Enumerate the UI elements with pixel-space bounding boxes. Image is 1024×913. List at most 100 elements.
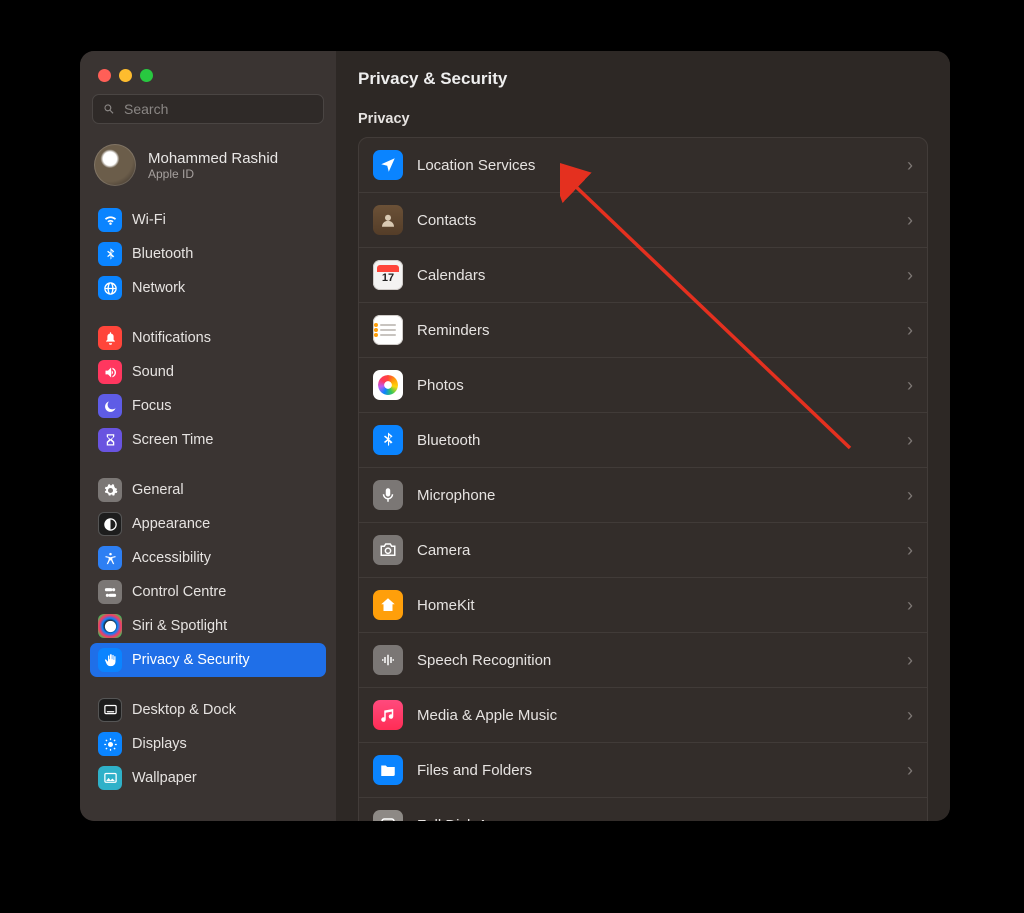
hand-icon: [98, 648, 122, 672]
reminders-icon: [373, 315, 403, 345]
siri-icon: [98, 614, 122, 638]
row-label: Contacts: [417, 212, 893, 229]
sidebar-item-wallpaper[interactable]: Wallpaper: [90, 761, 326, 795]
sidebar-item-notifications[interactable]: Notifications: [90, 321, 326, 355]
sidebar-item-label: Screen Time: [132, 432, 213, 448]
privacy-list: Location Services›Contacts›17Calendars›R…: [358, 137, 928, 821]
sidebar: Mohammed Rashid Apple ID Wi-Fi Bluetooth N…: [80, 51, 336, 821]
sidebar-item-displays[interactable]: Displays: [90, 727, 326, 761]
minimize-window-button[interactable]: [119, 69, 132, 82]
chevron-right-icon: ›: [907, 211, 913, 229]
privacy-row-photos[interactable]: Photos ›: [359, 358, 927, 413]
sidebar-item-control-centre[interactable]: Control Centre: [90, 575, 326, 609]
privacy-row-reminders[interactable]: Reminders ›: [359, 303, 927, 358]
sidebar-item-label: Focus: [132, 398, 172, 414]
row-label: Camera: [417, 542, 893, 559]
sidebar-item-label: Bluetooth: [132, 246, 193, 262]
sidebar-item-bluetooth[interactable]: Bluetooth: [90, 237, 326, 271]
sidebar-item-network[interactable]: Network: [90, 271, 326, 305]
sidebar-item-wi-fi[interactable]: Wi-Fi: [90, 203, 326, 237]
sidebar-item-label: Displays: [132, 736, 187, 752]
chevron-right-icon: ›: [907, 376, 913, 394]
section-title: Privacy: [358, 111, 928, 127]
chevron-right-icon: ›: [907, 596, 913, 614]
accessibility-icon: [98, 546, 122, 570]
privacy-row-homekit[interactable]: HomeKit ›: [359, 578, 927, 633]
row-label: Speech Recognition: [417, 652, 893, 669]
sidebar-item-siri-spotlight[interactable]: Siri & Spotlight: [90, 609, 326, 643]
globe-icon: [98, 276, 122, 300]
chevron-right-icon: ›: [907, 541, 913, 559]
sidebar-item-label: Desktop & Dock: [132, 702, 236, 718]
moon-icon: [98, 394, 122, 418]
row-label: Calendars: [417, 267, 893, 284]
row-label: Full Disk Access: [417, 817, 893, 822]
avatar: [94, 144, 136, 186]
sidebar-item-accessibility[interactable]: Accessibility: [90, 541, 326, 575]
chevron-right-icon: ›: [907, 321, 913, 339]
privacy-row-media-apple-music[interactable]: Media & Apple Music›: [359, 688, 927, 743]
search-icon: [102, 102, 116, 116]
sun-icon: [98, 732, 122, 756]
privacy-row-calendars[interactable]: 17 Calendars ›: [359, 248, 927, 303]
sidebar-item-privacy-security[interactable]: Privacy & Security: [90, 643, 326, 677]
apple-id-profile[interactable]: Mohammed Rashid Apple ID: [80, 134, 336, 200]
speaker-icon: [98, 360, 122, 384]
chevron-right-icon: ›: [907, 651, 913, 669]
privacy-row-full-disk-access[interactable]: Full Disk Access›: [359, 798, 927, 821]
sidebar-item-label: General: [132, 482, 184, 498]
sidebar-item-label: Wi-Fi: [132, 212, 166, 228]
row-label: HomeKit: [417, 597, 893, 614]
disk-icon: [373, 810, 403, 821]
privacy-row-contacts[interactable]: Contacts ›: [359, 193, 927, 248]
waveform-icon: [373, 645, 403, 675]
wallpaper-icon: [98, 766, 122, 790]
sidebar-item-general[interactable]: General: [90, 473, 326, 507]
page-title: Privacy & Security: [358, 69, 928, 89]
privacy-row-bluetooth[interactable]: Bluetooth ›: [359, 413, 927, 468]
bluetooth-icon: [373, 425, 403, 455]
row-label: Files and Folders: [417, 762, 893, 779]
row-label: Microphone: [417, 487, 893, 504]
sidebar-item-label: Accessibility: [132, 550, 211, 566]
privacy-row-speech-recognition[interactable]: Speech Recognition ›: [359, 633, 927, 688]
photos-icon: [373, 370, 403, 400]
sidebar-item-screen-time[interactable]: Screen Time: [90, 423, 326, 457]
privacy-row-location-services[interactable]: Location Services ›: [359, 138, 927, 193]
search-field[interactable]: [92, 94, 324, 124]
row-label: Photos: [417, 377, 893, 394]
chevron-right-icon: ›: [907, 266, 913, 284]
row-label: Bluetooth: [417, 432, 893, 449]
main-pane: Privacy & Security Privacy Location Serv…: [336, 51, 950, 821]
close-window-button[interactable]: [98, 69, 111, 82]
home-icon: [373, 590, 403, 620]
hourglass-icon: [98, 428, 122, 452]
dock-icon: [98, 698, 122, 722]
sidebar-item-label: Sound: [132, 364, 174, 380]
sidebar-item-focus[interactable]: Focus: [90, 389, 326, 423]
privacy-row-camera[interactable]: Camera ›: [359, 523, 927, 578]
privacy-row-microphone[interactable]: Microphone ›: [359, 468, 927, 523]
sidebar-item-appearance[interactable]: Appearance: [90, 507, 326, 541]
row-label: Reminders: [417, 322, 893, 339]
location-icon: [373, 150, 403, 180]
fullscreen-window-button[interactable]: [140, 69, 153, 82]
chevron-right-icon: ›: [907, 706, 913, 724]
profile-subtitle: Apple ID: [148, 167, 278, 181]
bluetooth-icon: [98, 242, 122, 266]
sidebar-item-sound[interactable]: Sound: [90, 355, 326, 389]
privacy-row-files-and-folders[interactable]: Files and Folders ›: [359, 743, 927, 798]
settings-window: Mohammed Rashid Apple ID Wi-Fi Bluetooth N…: [80, 51, 950, 821]
switches-icon: [98, 580, 122, 604]
sidebar-item-label: Notifications: [132, 330, 211, 346]
calendar-icon: 17: [373, 260, 403, 290]
search-input[interactable]: [124, 101, 314, 117]
music-icon: [373, 700, 403, 730]
folder-icon: [373, 755, 403, 785]
chevron-right-icon: ›: [907, 486, 913, 504]
chevron-right-icon: ›: [907, 156, 913, 174]
chevron-right-icon: ›: [907, 431, 913, 449]
chevron-right-icon: ›: [907, 761, 913, 779]
sidebar-item-desktop-dock[interactable]: Desktop & Dock: [90, 693, 326, 727]
row-label: Location Services: [417, 157, 893, 174]
